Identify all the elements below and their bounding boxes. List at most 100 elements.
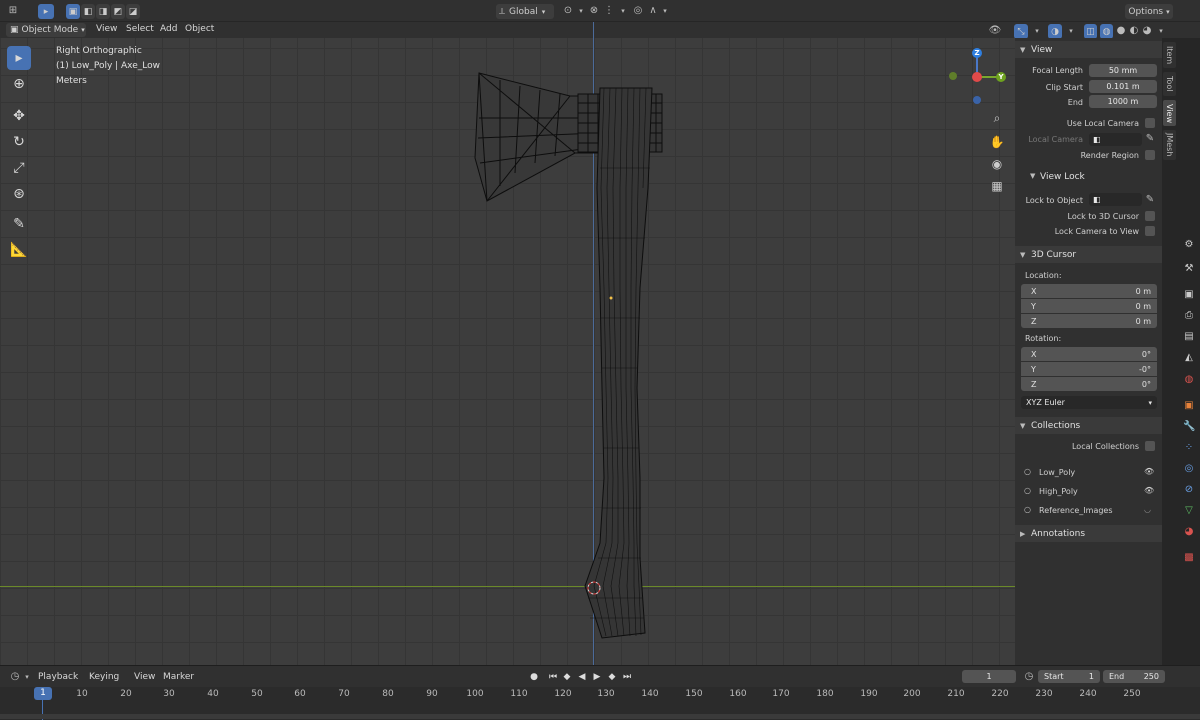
object-mode-select[interactable]: ▣ Object Mode ▾ [6,23,86,37]
chevron-down-icon[interactable]: ▾ [1030,24,1044,38]
mesh-data-icon[interactable]: ▽ [1183,505,1195,517]
start-frame-field[interactable]: Start 1 [1038,670,1100,683]
gizmo-x-axis[interactable] [972,72,982,82]
gizmo-z-axis[interactable]: Z [972,48,982,58]
cursor-location-y-field[interactable]: Y0 m [1021,299,1157,313]
xray-toggle-icon[interactable]: ◫ [1084,24,1097,39]
wireframe-shading-icon[interactable]: ◍ [1100,24,1113,39]
eye-icon[interactable]: 👁 [1144,467,1154,476]
lock-camera-to-view-checkbox[interactable] [1145,226,1155,236]
cursor-location-x-field[interactable]: X0 m [1021,284,1157,298]
focal-length-field[interactable]: 50 mm [1089,64,1157,77]
options-button[interactable]: Options ▾ [1125,4,1173,19]
world-properties-icon[interactable]: ◍ [1183,374,1195,386]
current-frame-field[interactable]: 1 [962,670,1016,683]
clip-end-field[interactable]: 1000 m [1089,95,1157,108]
timeline-ruler[interactable]: 1 10 20 30 40 50 60 70 80 90 100 110 120… [0,687,1200,720]
clock-icon[interactable]: ◷ [1022,670,1036,684]
menu-object[interactable]: Object [185,24,214,34]
record-icon[interactable]: ● [527,670,541,684]
rotate-tool-icon[interactable]: ↻ [7,130,31,154]
annotate-tool-icon[interactable]: ✎ [7,212,31,236]
play-reverse-icon[interactable]: ◀ [575,670,589,684]
lock-to-object-field[interactable]: ◧ [1089,193,1142,206]
render-region-checkbox[interactable] [1145,150,1155,160]
eye-icon[interactable]: 👁 [1144,486,1154,495]
cursor-rotation-y-field[interactable]: Y -0° [1021,362,1157,376]
gizmo-toggle-icon[interactable]: ⤡ [1014,24,1028,39]
jump-to-keyframe-forward-icon[interactable]: ◆ [605,670,619,684]
timeline-scrollbar[interactable] [0,714,1200,719]
menu-view[interactable]: View [96,24,117,34]
menu-marker[interactable]: Marker [163,672,194,682]
constraints-icon[interactable]: ⊘ [1183,484,1195,496]
scale-tool-icon[interactable]: ⤢ [7,156,31,180]
select-mode-extend-icon[interactable]: ◧ [81,4,95,19]
select-mode-intersect-icon[interactable]: ◪ [126,4,140,19]
eyedropper-icon[interactable]: ✎ [1143,132,1157,146]
tool-properties-icon[interactable]: ⚙ [1183,239,1195,251]
gizmo-neg-z-axis[interactable] [973,96,981,104]
chevron-down-icon[interactable]: ▾ [1154,24,1168,38]
tool-settings-icon[interactable]: ⚒ [1183,263,1195,275]
clip-start-field[interactable]: 0.101 m [1089,80,1157,93]
physics-icon[interactable]: ◎ [1183,463,1195,475]
annotations-section-header[interactable]: ▶ Annotations [1015,525,1162,542]
tab-jmesh[interactable]: JMesh [1163,130,1176,160]
use-local-camera-checkbox[interactable] [1145,118,1155,128]
end-frame-field[interactable]: End 250 [1103,670,1165,683]
navigation-gizmo[interactable]: Z Y [948,46,1008,106]
output-properties-icon[interactable]: ⎙ [1183,310,1195,322]
collection-item-low-poly[interactable]: ○ Low_Poly 👁 [1022,467,1160,481]
view-section-header[interactable]: ▼ View [1015,41,1162,58]
particles-icon[interactable]: ⁘ [1183,442,1195,454]
gizmo-y-axis[interactable]: Y [996,72,1006,82]
overlay-toggle-icon[interactable]: ◑ [1048,24,1062,39]
cursor-rotation-z-field[interactable]: Z 0° [1021,377,1157,391]
grid-icon[interactable]: ▦ [988,177,1006,195]
jump-to-start-icon[interactable]: ⏮ [546,670,560,684]
move-tool-icon[interactable]: ✥ [7,104,31,128]
3d-cursor-section-header[interactable]: ▼ 3D Cursor [1015,246,1162,263]
collections-section-header[interactable]: ▼ Collections [1015,417,1162,434]
play-icon[interactable]: ▶ [590,670,604,684]
select-mode-invert-icon[interactable]: ◩ [111,4,125,19]
select-tool-button[interactable]: ▸ [38,4,54,19]
chevron-down-icon[interactable]: ▾ [20,670,34,684]
render-properties-icon[interactable]: ▣ [1183,289,1195,301]
measure-tool-icon[interactable]: 📐 [7,238,31,262]
snap-target-icon[interactable]: ⋮ [602,4,616,18]
local-collections-checkbox[interactable] [1145,441,1155,451]
scene-properties-icon[interactable]: ◭ [1183,352,1195,364]
view-layer-icon[interactable]: ▤ [1183,331,1195,343]
chevron-down-icon[interactable]: ▾ [616,4,630,18]
local-camera-field[interactable]: ◧ [1089,133,1142,146]
chevron-down-icon[interactable]: ▾ [574,4,588,18]
rotation-mode-select[interactable]: XYZ Euler ▾ [1021,396,1157,409]
transform-tool-icon[interactable]: ⊛ [7,182,31,206]
jump-to-end-icon[interactable]: ⏭ [620,670,634,684]
menu-keying[interactable]: Keying [89,672,119,682]
cursor-rotation-x-field[interactable]: X 0° [1021,347,1157,361]
object-properties-icon[interactable]: ▣ [1183,400,1195,412]
menu-playback[interactable]: Playback [38,672,78,682]
collection-item-high-poly[interactable]: ○ High_Poly 👁 [1022,486,1160,500]
tab-item[interactable]: Item [1163,42,1176,68]
tab-view[interactable]: View [1163,100,1176,126]
material-properties-icon[interactable]: ◕ [1183,526,1195,538]
solid-shading-icon[interactable]: ● [1114,24,1128,38]
3d-viewport[interactable]: Right Orthographic (1) Low_Poly | Axe_Lo… [0,22,1015,665]
chevron-down-icon[interactable]: ▾ [1064,24,1078,38]
select-mode-new-icon[interactable]: ▣ [66,4,80,19]
collection-item-reference-images[interactable]: ○ Reference_Images ◡ [1022,505,1160,519]
material-shading-icon[interactable]: ◐ [1127,24,1141,38]
pivot-point-icon[interactable]: ⊙ [561,4,575,18]
view-lock-header[interactable]: ▼ View Lock [1022,172,1160,186]
menu-timeline-view[interactable]: View [134,672,155,682]
eyedropper-icon[interactable]: ✎ [1143,193,1157,207]
lock-to-3d-cursor-checkbox[interactable] [1145,211,1155,221]
eye-closed-icon[interactable]: ◡ [1144,505,1151,514]
tab-tool[interactable]: Tool [1163,72,1176,96]
zoom-icon[interactable]: ⌕ [988,109,1006,127]
editor-type-icon[interactable]: ⊞ [6,4,20,18]
